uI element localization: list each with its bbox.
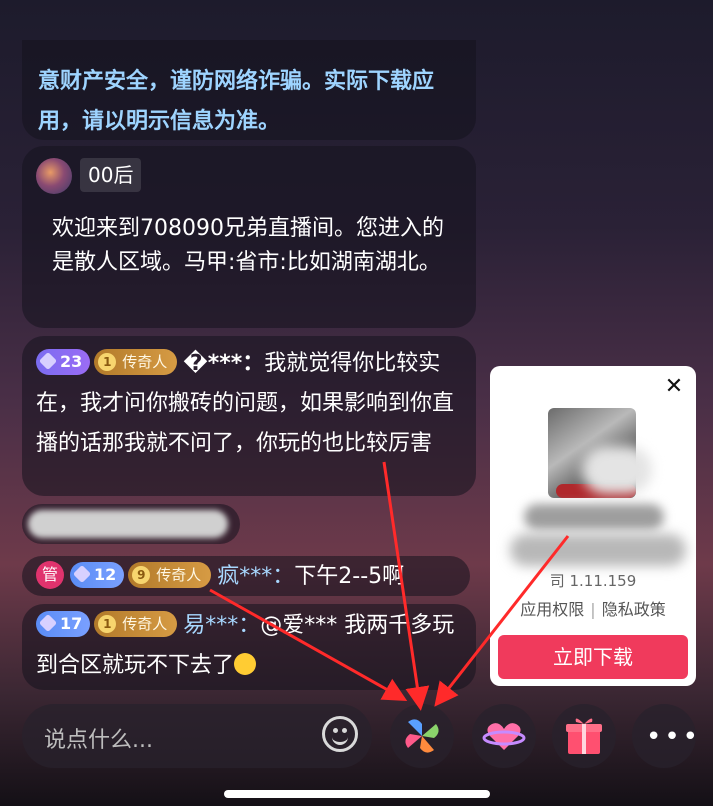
annotation-arrow xyxy=(382,461,430,711)
home-indicator[interactable] xyxy=(224,790,490,798)
annotation-arrows xyxy=(209,461,570,711)
annotation-arrow xyxy=(209,588,408,701)
annotation-arrow xyxy=(434,535,570,707)
